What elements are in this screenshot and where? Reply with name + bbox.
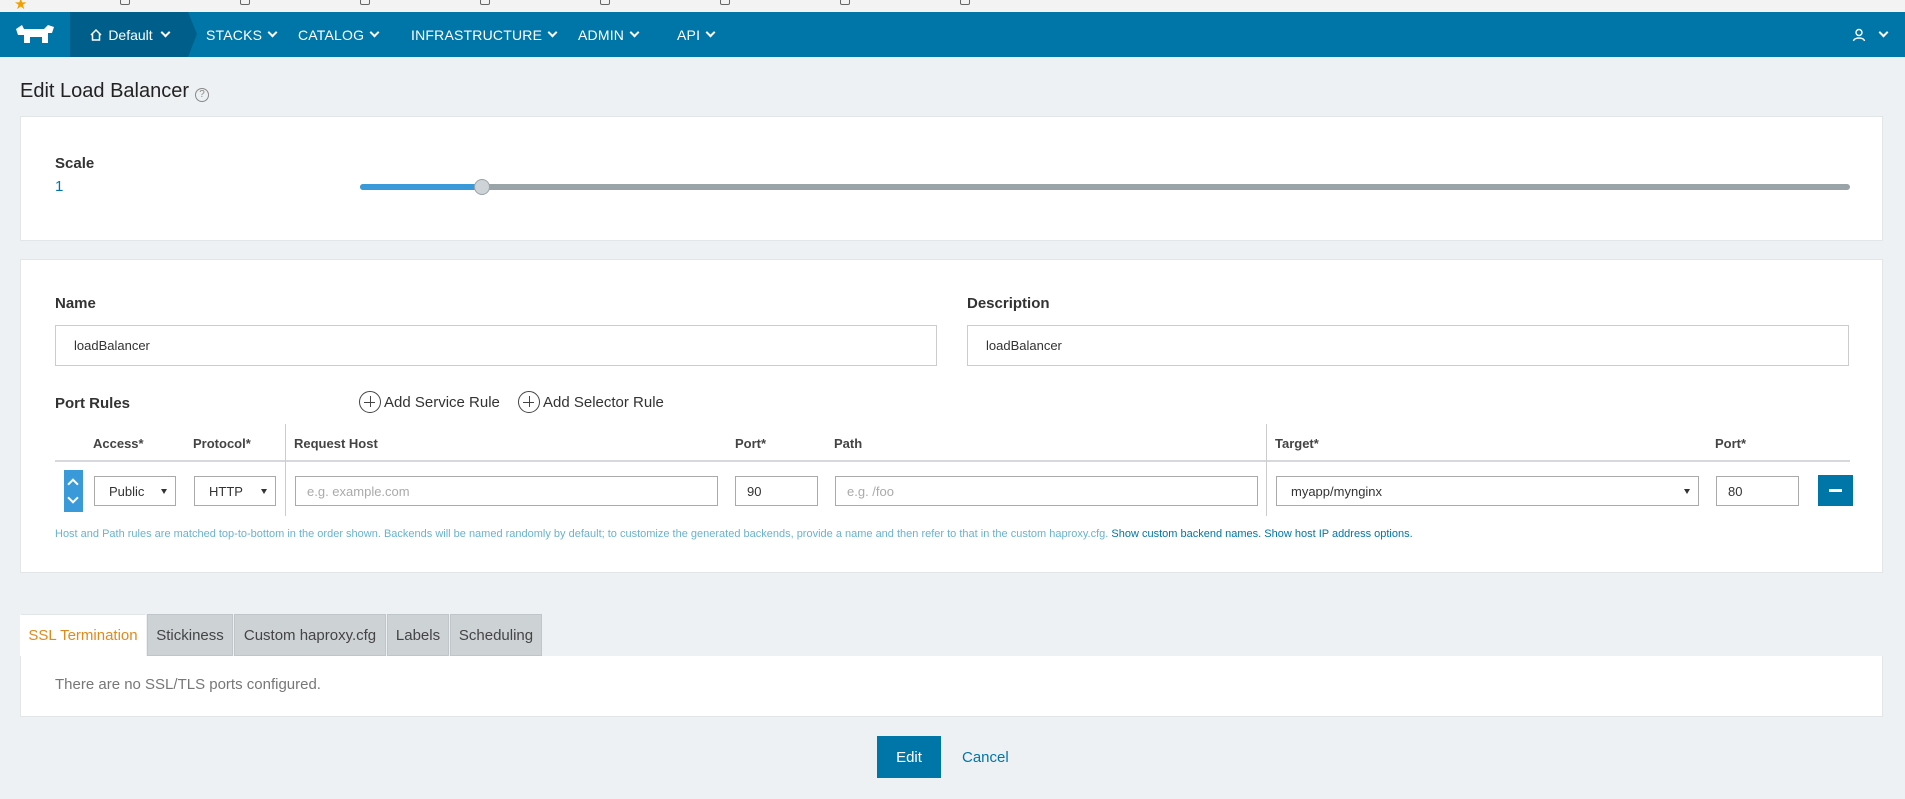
environment-name: Default bbox=[108, 26, 153, 43]
bookmarks-bar: ★ bbox=[0, 0, 1905, 12]
scale-slider-thumb[interactable] bbox=[474, 179, 491, 195]
scale-slider-fill bbox=[360, 184, 483, 190]
bookmark-icon[interactable] bbox=[240, 0, 250, 5]
help-text-body: Host and Path rules are matched top-to-b… bbox=[55, 528, 1109, 540]
scale-slider[interactable] bbox=[360, 179, 1850, 195]
header-divider bbox=[55, 460, 1850, 462]
request-host-input[interactable]: e.g. example.com bbox=[295, 476, 718, 506]
access-select-value: Public bbox=[109, 483, 145, 499]
cancel-button[interactable]: Cancel bbox=[962, 736, 1009, 778]
access-select[interactable]: Public bbox=[94, 476, 176, 506]
help-icon[interactable]: ? bbox=[195, 87, 210, 102]
chevron-down-icon bbox=[705, 27, 716, 38]
bookmark-icon[interactable] bbox=[360, 0, 370, 5]
bookmark-icon[interactable] bbox=[840, 0, 850, 5]
plus-circle-icon bbox=[518, 391, 540, 413]
chevron-down-icon bbox=[1878, 27, 1889, 38]
port-rules-help: Host and Path rules are matched top-to-b… bbox=[55, 528, 1413, 540]
port-rules-label: Port Rules bbox=[55, 395, 131, 412]
target-port-header: Port* bbox=[1715, 436, 1747, 451]
nav-infrastructure[interactable]: INFRASTRUCTURE bbox=[411, 12, 558, 57]
add-selector-rule-button[interactable]: Add Selector Rule bbox=[518, 391, 664, 413]
page-title-text: Edit Load Balancer bbox=[20, 80, 190, 102]
add-service-rule-label: Add Service Rule bbox=[384, 393, 500, 411]
bookmark-icon[interactable] bbox=[120, 0, 130, 5]
nav-label: STACKS bbox=[206, 26, 263, 43]
ssl-empty-message: There are no SSL/TLS ports configured. bbox=[55, 676, 321, 693]
description-label: Description bbox=[967, 295, 1050, 312]
rancher-logo-icon[interactable] bbox=[0, 12, 70, 57]
star-icon: ★ bbox=[14, 0, 28, 12]
tab-labels[interactable]: Labels bbox=[387, 614, 449, 656]
name-label: Name bbox=[55, 295, 96, 312]
page-title: Edit Load Balancer ? bbox=[20, 80, 210, 103]
top-navbar: Default STACKS CATALOG INFRASTRUCTURE AD… bbox=[0, 12, 1905, 57]
chevron-down-icon bbox=[267, 27, 278, 38]
environment-selector[interactable]: Default bbox=[70, 12, 197, 57]
scale-label: Scale bbox=[55, 155, 95, 172]
plus-circle-icon bbox=[359, 391, 381, 413]
chevron-down-icon bbox=[547, 27, 558, 38]
target-select-value: myapp/mynginx bbox=[1291, 483, 1383, 499]
ssl-termination-panel: There are no SSL/TLS ports configured. bbox=[20, 656, 1883, 717]
nav-label: ADMIN bbox=[578, 26, 625, 43]
scale-panel: Scale 1 bbox=[20, 116, 1883, 241]
caret-down-icon bbox=[161, 489, 167, 494]
user-menu[interactable] bbox=[1852, 12, 1889, 57]
add-selector-rule-label: Add Selector Rule bbox=[543, 393, 664, 411]
access-header: Access* bbox=[93, 436, 144, 451]
reorder-control[interactable] bbox=[64, 470, 83, 512]
bookmark-icon[interactable] bbox=[960, 0, 970, 5]
scale-value: 1 bbox=[55, 178, 64, 195]
nav-admin[interactable]: ADMIN bbox=[578, 12, 640, 57]
protocol-select-value: HTTP bbox=[209, 483, 243, 499]
protocol-select[interactable]: HTTP bbox=[194, 476, 276, 506]
nav-catalog[interactable]: CATALOG bbox=[298, 12, 380, 57]
nav-stacks[interactable]: STACKS bbox=[206, 12, 278, 57]
column-separator bbox=[285, 424, 286, 516]
target-header: Target* bbox=[1275, 436, 1319, 451]
chevron-down-icon bbox=[160, 27, 171, 38]
bookmark-icon[interactable] bbox=[720, 0, 730, 5]
show-host-ip-link[interactable]: Show host IP address options. bbox=[1264, 528, 1412, 540]
chevron-down-icon bbox=[369, 27, 380, 38]
add-service-rule-button[interactable]: Add Service Rule bbox=[359, 391, 500, 413]
description-input[interactable]: loadBalancer bbox=[967, 325, 1849, 366]
caret-down-icon bbox=[1684, 489, 1690, 494]
bookmark-icon[interactable] bbox=[600, 0, 610, 5]
caret-down-icon bbox=[261, 489, 267, 494]
column-separator bbox=[1266, 424, 1267, 516]
bookmark-icon[interactable] bbox=[480, 0, 490, 5]
chevron-down-icon bbox=[629, 27, 640, 38]
remove-rule-button[interactable] bbox=[1818, 475, 1853, 506]
tab-stickiness[interactable]: Stickiness bbox=[147, 614, 233, 656]
config-panel: Name loadBalancer Description loadBalanc… bbox=[20, 259, 1883, 573]
nav-label: API bbox=[677, 26, 701, 43]
port-header: Port* bbox=[735, 436, 767, 451]
name-input[interactable]: loadBalancer bbox=[55, 325, 937, 366]
home-icon bbox=[90, 28, 102, 41]
user-icon bbox=[1852, 28, 1866, 41]
tab-ssl-termination[interactable]: SSL Termination bbox=[20, 614, 146, 657]
protocol-header: Protocol* bbox=[193, 436, 251, 451]
path-input[interactable]: e.g. /foo bbox=[835, 476, 1258, 506]
nav-label: CATALOG bbox=[298, 26, 365, 43]
path-header: Path bbox=[834, 436, 863, 451]
show-backend-names-link[interactable]: Show custom backend names. bbox=[1111, 528, 1261, 540]
target-port-input[interactable]: 80 bbox=[1716, 476, 1799, 506]
nav-api[interactable]: API bbox=[677, 12, 716, 57]
tab-custom-haproxy[interactable]: Custom haproxy.cfg bbox=[234, 614, 386, 656]
port-input[interactable]: 90 bbox=[735, 476, 818, 506]
arrow-up-icon[interactable] bbox=[67, 478, 79, 490]
target-select[interactable]: myapp/mynginx bbox=[1276, 476, 1699, 506]
tab-scheduling[interactable]: Scheduling bbox=[450, 614, 542, 656]
request-host-header: Request Host bbox=[294, 436, 378, 451]
edit-button[interactable]: Edit bbox=[877, 736, 941, 778]
nav-label: INFRASTRUCTURE bbox=[411, 26, 543, 43]
arrow-down-icon[interactable] bbox=[67, 492, 79, 504]
